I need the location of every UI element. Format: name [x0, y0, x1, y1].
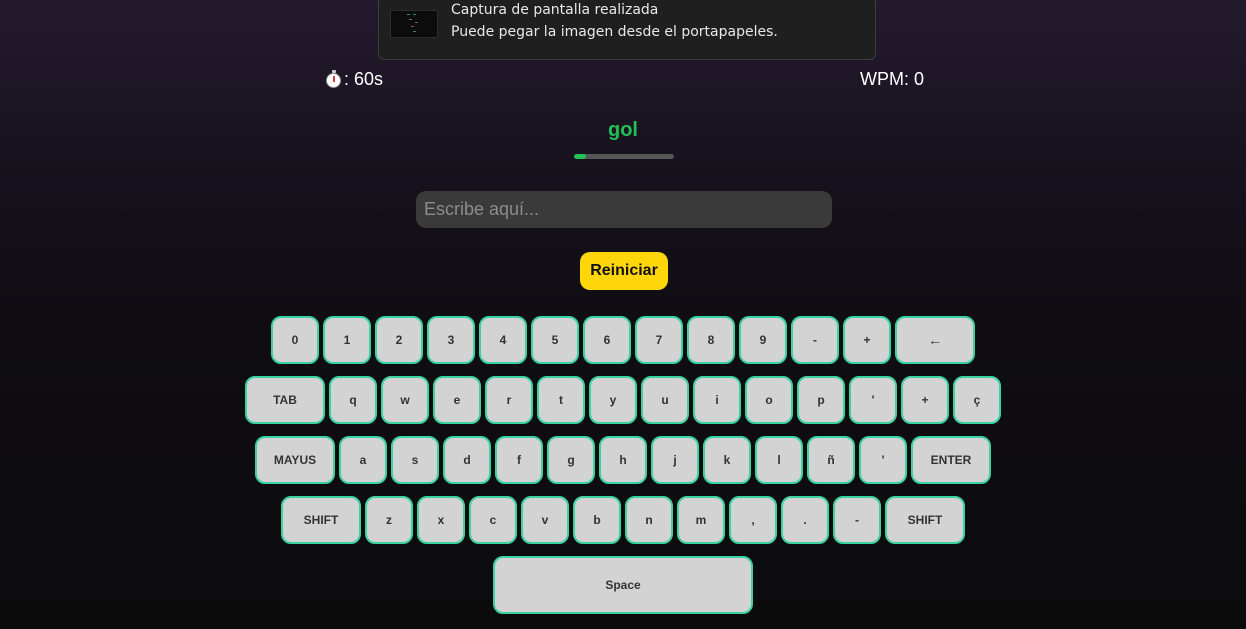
- key-t[interactable]: t: [537, 376, 585, 424]
- key-ç[interactable]: ç: [953, 376, 1001, 424]
- key-y[interactable]: y: [589, 376, 637, 424]
- key-i[interactable]: i: [693, 376, 741, 424]
- typing-input[interactable]: [416, 191, 832, 228]
- word-progress-fill: [574, 154, 586, 159]
- key-s[interactable]: s: [391, 436, 439, 484]
- stopwatch-icon: [325, 69, 343, 90]
- key-mayus[interactable]: MAYUS: [255, 436, 335, 484]
- keyboard-row: SHIFT z x c v b n m,. - SHIFT: [0, 496, 1246, 544]
- key-tab[interactable]: TAB: [245, 376, 325, 424]
- wpm-counter: WPM: 0: [860, 69, 925, 89]
- key-e[interactable]: e: [433, 376, 481, 424]
- key-.[interactable]: .: [781, 496, 829, 544]
- key-space[interactable]: Space: [493, 556, 753, 614]
- key-shift[interactable]: SHIFT: [281, 496, 361, 544]
- key--[interactable]: -: [791, 316, 839, 364]
- keyboard-row: TAB q w e r t y u i o p ' + ç: [0, 376, 1246, 424]
- screenshot-thumbnail: [390, 10, 438, 38]
- key-o[interactable]: o: [745, 376, 793, 424]
- key-backspace[interactable]: ←: [895, 316, 975, 364]
- key-d[interactable]: d: [443, 436, 491, 484]
- key--[interactable]: -: [833, 496, 881, 544]
- screenshot-notification[interactable]: Captura de pantalla realizada Puede pega…: [378, 0, 876, 60]
- key-z[interactable]: z: [365, 496, 413, 544]
- key-v[interactable]: v: [521, 496, 569, 544]
- current-word: gol: [608, 119, 638, 141]
- key-a[interactable]: a: [339, 436, 387, 484]
- key-g[interactable]: g: [547, 436, 595, 484]
- word-progress-bar: [574, 154, 674, 159]
- key-m[interactable]: m: [677, 496, 725, 544]
- key-+[interactable]: +: [901, 376, 949, 424]
- key-shift[interactable]: SHIFT: [885, 496, 965, 544]
- key-2[interactable]: 2: [375, 316, 423, 364]
- notification-body: Puede pegar la imagen desde el portapape…: [451, 24, 778, 40]
- key-n[interactable]: n: [625, 496, 673, 544]
- key-8[interactable]: 8: [687, 316, 735, 364]
- key-6[interactable]: 6: [583, 316, 631, 364]
- key-x[interactable]: x: [417, 496, 465, 544]
- keyboard-row: MAYUS a s d f g h j k l ñ ' ENTER: [0, 436, 1246, 484]
- key-f[interactable]: f: [495, 436, 543, 484]
- key-j[interactable]: j: [651, 436, 699, 484]
- timer-text: : 60s: [344, 69, 384, 89]
- key-ñ[interactable]: ñ: [807, 436, 855, 484]
- key-h[interactable]: h: [599, 436, 647, 484]
- keyboard-row: Space: [0, 556, 1246, 614]
- key-k[interactable]: k: [703, 436, 751, 484]
- key-w[interactable]: w: [381, 376, 429, 424]
- timer: : 60s: [325, 69, 383, 90]
- key-c[interactable]: c: [469, 496, 517, 544]
- key-q[interactable]: q: [329, 376, 377, 424]
- key-+[interactable]: +: [843, 316, 891, 364]
- key-3[interactable]: 3: [427, 316, 475, 364]
- key-0[interactable]: 0: [271, 316, 319, 364]
- key-u[interactable]: u: [641, 376, 689, 424]
- key-1[interactable]: 1: [323, 316, 371, 364]
- key-'[interactable]: ': [849, 376, 897, 424]
- key-r[interactable]: r: [485, 376, 533, 424]
- key-,[interactable]: ,: [729, 496, 777, 544]
- notification-title: Captura de pantalla realizada: [451, 2, 659, 18]
- key-enter[interactable]: ENTER: [911, 436, 991, 484]
- key-p[interactable]: p: [797, 376, 845, 424]
- key-'[interactable]: ': [859, 436, 907, 484]
- restart-button[interactable]: Reiniciar: [580, 252, 668, 290]
- key-9[interactable]: 9: [739, 316, 787, 364]
- key-l[interactable]: l: [755, 436, 803, 484]
- key-5[interactable]: 5: [531, 316, 579, 364]
- keyboard-row: 0 1 2 3 4 5 6 7 8 9- + ←: [0, 316, 1246, 364]
- key-4[interactable]: 4: [479, 316, 527, 364]
- key-7[interactable]: 7: [635, 316, 683, 364]
- key-b[interactable]: b: [573, 496, 621, 544]
